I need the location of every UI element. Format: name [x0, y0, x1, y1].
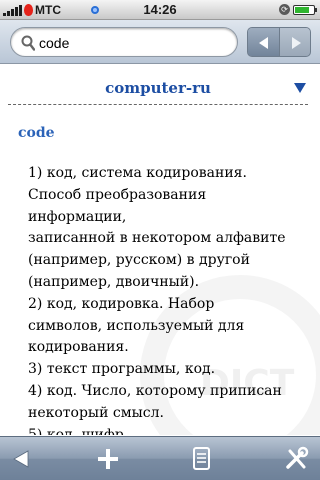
history-navigation	[247, 27, 311, 57]
definition-line: 5) код, шифр.	[28, 426, 129, 435]
definition-line: Способ преобразования	[28, 186, 207, 203]
lock-rotation-icon: ⟳	[279, 4, 290, 15]
definition-line: (например, двоичный).	[28, 273, 200, 290]
definition-line: 1) код, система кодирования.	[28, 165, 247, 181]
definition-line: некоторый смысл.	[28, 404, 164, 421]
search-input[interactable]	[39, 33, 229, 53]
clock: 14:26	[143, 2, 177, 17]
headword: code	[18, 125, 55, 141]
add-button[interactable]	[93, 445, 123, 473]
definition-line: 3) текст программы, код.	[28, 361, 216, 378]
dictionary-name: computer-ru	[105, 79, 211, 97]
back-button[interactable]	[248, 28, 280, 56]
status-bar: МТС 14:26 ⟳	[0, 0, 320, 20]
chevron-left-icon	[259, 37, 268, 49]
tools-icon	[286, 446, 309, 469]
search-field[interactable]	[10, 27, 238, 57]
chevron-right-icon	[292, 37, 301, 49]
toolbar-back-button[interactable]	[8, 445, 38, 473]
triangle-down-icon[interactable]	[294, 83, 306, 93]
notes-button[interactable]	[186, 445, 216, 473]
definition-line: информации,	[28, 208, 127, 225]
definition-line: 4) код. Число, которому приписан	[28, 382, 282, 399]
forward-button[interactable]	[280, 28, 310, 56]
battery-icon	[293, 5, 317, 15]
definition-line: кодирования.	[28, 339, 129, 356]
tools-button[interactable]	[282, 445, 312, 473]
search-icon	[21, 35, 35, 51]
definition-line: символов, используемый для	[28, 317, 245, 334]
dictionary-header[interactable]: computer-ru	[8, 71, 308, 105]
definition-line: 2) код, кодировка. Набор	[28, 295, 215, 312]
definition-text: 1) код, система кодирования. Способ прео…	[28, 163, 314, 435]
add-icon	[98, 449, 118, 469]
definition-line: (например, русском) в другой	[28, 252, 250, 269]
search-bar	[0, 20, 320, 64]
bottom-toolbar	[0, 436, 320, 480]
notes-icon	[193, 447, 210, 470]
entry-content[interactable]: DICT computer-ru code 1) код, система ко…	[0, 65, 320, 435]
back-arrow-icon	[13, 450, 29, 468]
definition-line: записанной в некотором алфавите	[28, 230, 286, 247]
